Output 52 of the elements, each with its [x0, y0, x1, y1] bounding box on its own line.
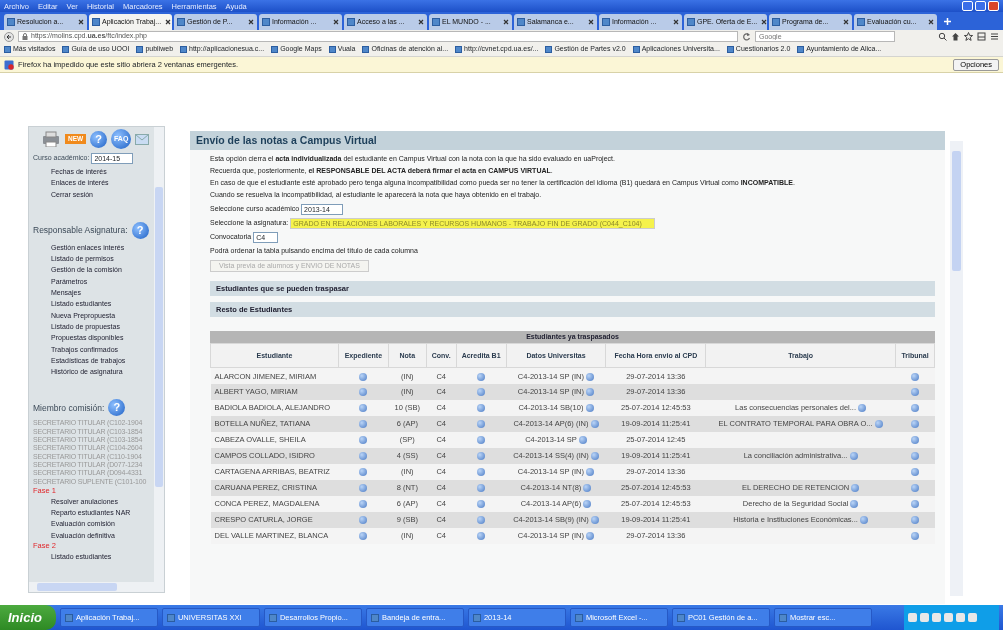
- close-icon[interactable]: [761, 19, 767, 25]
- section-heading: Miembro comisión:: [33, 402, 105, 414]
- page-icon: [262, 18, 270, 26]
- page-icon: [602, 18, 610, 26]
- scrollbar[interactable]: [950, 141, 963, 596]
- new-tab-icon[interactable]: [943, 17, 952, 26]
- star-icon[interactable]: [964, 32, 973, 41]
- close-icon[interactable]: [503, 19, 509, 25]
- page-icon: [92, 18, 100, 26]
- close-icon[interactable]: [843, 19, 849, 25]
- popup-blocked-icon: [4, 59, 14, 70]
- scrollbar[interactable]: [29, 582, 164, 592]
- menu-icon[interactable]: [990, 32, 999, 41]
- close-icon[interactable]: [418, 19, 424, 25]
- app-icon: [574, 613, 583, 622]
- app-icon: [166, 613, 175, 622]
- info-icon[interactable]: [849, 452, 858, 461]
- section-heading: Responsable Asignatura:: [33, 225, 128, 236]
- app-icon: [778, 613, 787, 622]
- close-button[interactable]: [988, 1, 999, 11]
- page-icon: [7, 18, 15, 26]
- close-icon[interactable]: [78, 19, 84, 25]
- page-icon: [857, 18, 865, 26]
- close-icon[interactable]: [248, 19, 254, 25]
- app-icon: [64, 613, 73, 622]
- start-button[interactable]: Inicio: [0, 605, 56, 630]
- page-icon: [347, 18, 355, 26]
- app-icon: [676, 613, 685, 622]
- printer-icon[interactable]: [41, 131, 61, 147]
- close-icon[interactable]: [588, 19, 594, 25]
- search-icon[interactable]: [938, 32, 947, 41]
- app-icon: [370, 613, 379, 622]
- lock-icon: [22, 33, 28, 40]
- page-icon: [517, 18, 525, 26]
- app-icon: [268, 613, 277, 622]
- page-icon: [772, 18, 780, 26]
- app-icon: [472, 613, 481, 622]
- close-icon[interactable]: [165, 19, 172, 25]
- close-icon[interactable]: [673, 19, 679, 25]
- close-icon[interactable]: [928, 19, 934, 25]
- home-icon[interactable]: [951, 32, 960, 41]
- minimize-button[interactable]: [962, 1, 973, 11]
- back-icon[interactable]: [4, 31, 14, 42]
- panel-title: Envío de las notas a Campus Virtual: [190, 131, 945, 150]
- page-icon: [687, 18, 695, 26]
- reload-icon[interactable]: [742, 32, 751, 41]
- scrollbar[interactable]: [154, 127, 164, 582]
- mail-icon[interactable]: [135, 133, 150, 145]
- page-icon: [177, 18, 185, 26]
- close-icon[interactable]: [333, 19, 339, 25]
- page-icon: [432, 18, 440, 26]
- maximize-button[interactable]: [975, 1, 986, 11]
